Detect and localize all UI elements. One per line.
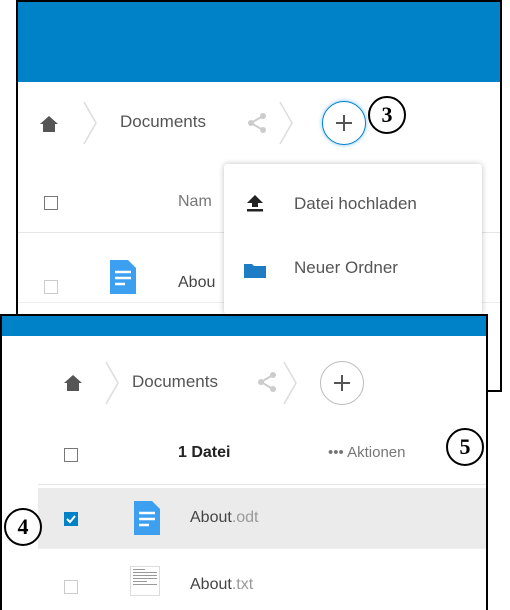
home-icon[interactable] xyxy=(40,116,58,132)
new-menu-popover: Datei hochladen Neuer Ordner xyxy=(224,164,482,314)
step-callout-4: 4 xyxy=(4,508,42,546)
menu-item-upload[interactable]: Datei hochladen xyxy=(224,174,482,236)
file-checkbox[interactable] xyxy=(44,280,58,294)
file-name-base: About xyxy=(190,576,232,593)
upload-icon xyxy=(246,194,264,217)
header-bar xyxy=(2,316,486,336)
breadcrumb: Documents xyxy=(18,88,500,158)
breadcrumb-separator xyxy=(276,100,296,146)
file-name[interactable]: About.txt xyxy=(190,576,253,594)
select-all-checkbox[interactable] xyxy=(44,196,58,210)
breadcrumb-documents[interactable]: Documents xyxy=(132,372,218,392)
breadcrumb: Documents xyxy=(2,348,486,418)
menu-item-label: Neuer Ordner xyxy=(294,258,398,277)
step-callout-5: 5 xyxy=(446,428,484,466)
file-row-selected[interactable]: About.odt xyxy=(38,488,486,549)
text-file-thumbnail xyxy=(130,566,160,596)
file-checkbox[interactable] xyxy=(64,580,78,594)
menu-item-new-folder[interactable]: Neuer Ordner xyxy=(224,240,482,302)
selection-count: 1 Datei xyxy=(178,444,231,461)
file-extension: .txt xyxy=(231,576,254,593)
file-name[interactable]: Abou xyxy=(178,274,215,292)
header-bar xyxy=(18,2,500,82)
actions-menu-button[interactable]: ••• Aktionen xyxy=(328,444,405,461)
breadcrumb-separator xyxy=(102,360,122,406)
select-all-checkbox[interactable] xyxy=(64,448,78,462)
breadcrumb-documents[interactable]: Documents xyxy=(120,112,206,132)
plus-icon xyxy=(334,375,350,391)
file-name[interactable]: About.odt xyxy=(190,509,259,527)
home-icon[interactable] xyxy=(64,375,82,391)
menu-item-label: Datei hochladen xyxy=(294,194,417,213)
share-icon[interactable] xyxy=(256,371,278,393)
document-icon xyxy=(134,501,160,535)
share-icon[interactable] xyxy=(246,112,268,134)
file-list-header: 1 Datei ••• Aktionen xyxy=(38,424,486,485)
files-view-selection: Documents 1 Datei ••• Aktionen About.odt… xyxy=(0,314,488,610)
new-button[interactable] xyxy=(320,361,364,405)
document-icon xyxy=(110,260,136,294)
breadcrumb-separator xyxy=(80,100,100,146)
file-name-base: About xyxy=(190,509,232,526)
file-row[interactable]: About.txt xyxy=(38,552,486,610)
step-callout-3: 3 xyxy=(368,96,406,134)
file-extension: .odt xyxy=(231,509,259,526)
new-button[interactable] xyxy=(322,101,366,145)
file-checkbox-checked[interactable] xyxy=(64,512,78,526)
checkmark-icon xyxy=(66,515,76,524)
breadcrumb-separator xyxy=(280,360,300,406)
folder-icon xyxy=(244,262,266,283)
name-column-header[interactable]: Nam xyxy=(178,193,212,211)
plus-icon xyxy=(336,115,352,131)
